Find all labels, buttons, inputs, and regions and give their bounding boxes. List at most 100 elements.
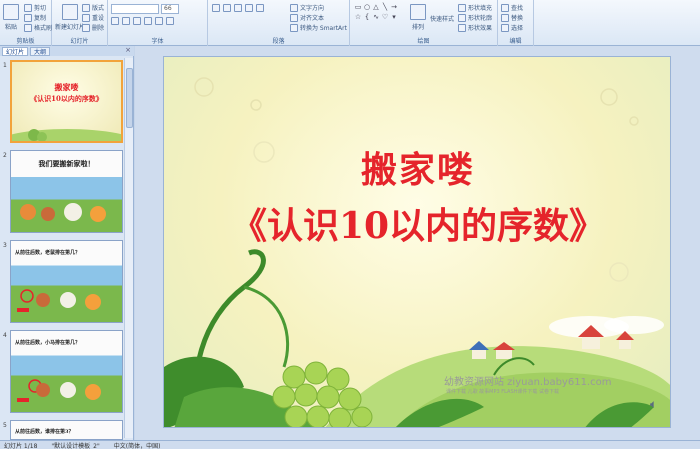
arrange-button[interactable]: 排列 (410, 4, 426, 31)
select-icon (501, 23, 509, 32)
close-panel-icon[interactable]: × (125, 46, 131, 54)
status-slide-info: 幻灯片 1/18 (4, 442, 38, 449)
drawing-label: 绘图 (417, 38, 430, 45)
numbering-icon[interactable] (223, 4, 231, 12)
line-shape-icon[interactable]: ╲ (381, 3, 389, 11)
clipboard-label: 剪贴板 (16, 38, 35, 45)
slides-group: 新建幻灯片 版式 重设 删除 幻灯片 (52, 0, 108, 46)
brush-icon (24, 23, 32, 32)
new-slide-icon (62, 4, 78, 20)
smartart-icon (290, 23, 298, 32)
replace-icon (501, 13, 509, 22)
status-theme: "默认设计模板_2" (51, 442, 100, 449)
triangle-shape-icon[interactable]: △ (372, 3, 380, 11)
font-size-combo[interactable]: 66 (161, 4, 179, 14)
paste-icon (3, 4, 19, 20)
brace-shape-icon[interactable]: { (363, 13, 371, 21)
line-spacing-icon[interactable] (256, 4, 264, 12)
watermark-links: 课件下载 儿歌 故事MP3 FLASH课件下载 试卷下载 (446, 389, 559, 395)
replace-button[interactable]: 替换 (501, 13, 523, 22)
editing-label: 编辑 (509, 38, 522, 45)
format-painter-button[interactable]: 格式刷 (24, 23, 52, 32)
slide-title[interactable]: 搬家喽 (164, 141, 670, 193)
new-slide-button[interactable]: 新建幻灯片 (55, 4, 85, 31)
italic-icon[interactable] (122, 17, 130, 25)
panel-tabs: 幻灯片 大纲 × (0, 46, 134, 56)
find-button[interactable]: 查找 (501, 3, 523, 12)
slides-label: 幻灯片 (70, 38, 89, 45)
indent-decrease-icon[interactable] (234, 4, 242, 12)
tab-slides[interactable]: 幻灯片 (2, 46, 29, 56)
slide-thumbnail-4[interactable]: 从前往后数，小马排在第几？ (10, 330, 123, 413)
slide-canvas[interactable]: 搬家喽 《认识10以内的序数》 幼教资源网站 ziyuan.baby611.co… (163, 56, 671, 428)
shadow-icon[interactable] (155, 17, 163, 25)
paragraph-format-row (212, 4, 264, 12)
thumb-number: 4 (3, 332, 7, 339)
thumb-title: 从前往后数，小马排在第几？ (15, 340, 81, 346)
speaker-icon[interactable]: 🔈︎ (650, 397, 657, 412)
thumb-title: 从前往后数，老鼠排在第几？ (15, 250, 81, 256)
strikethrough-icon[interactable] (144, 17, 152, 25)
more-shapes-icon[interactable]: ▾ (390, 13, 398, 21)
scrollbar-thumb[interactable] (126, 68, 133, 128)
thumb-number: 5 (3, 422, 7, 429)
bold-icon[interactable] (111, 17, 119, 25)
copy-icon (24, 13, 32, 22)
paste-button[interactable]: 粘贴 (3, 4, 19, 31)
thumb-subtitle: 《认识10以内的序数》 (30, 94, 103, 103)
ellipse-shape-icon[interactable]: ○ (363, 3, 371, 11)
fill-icon (458, 3, 466, 12)
underline-icon[interactable] (133, 17, 141, 25)
cut-button[interactable]: 剪切 (24, 3, 46, 12)
outline-icon (458, 13, 466, 22)
layout-button[interactable]: 版式 (82, 3, 104, 12)
paragraph-group: 文字方向 对齐文本 转换为 SmartArt 段落 (208, 0, 350, 46)
heart-shape-icon[interactable]: ♡ (381, 13, 389, 21)
select-button[interactable]: 选择 (501, 23, 523, 32)
reset-icon (82, 13, 90, 22)
curve-shape-icon[interactable]: ∿ (372, 13, 380, 21)
reset-button[interactable]: 重设 (82, 13, 104, 22)
indent-increase-icon[interactable] (245, 4, 253, 12)
slide-editing-area: 搬家喽 《认识10以内的序数》 幼教资源网站 ziyuan.baby611.co… (135, 46, 700, 440)
scissors-icon (24, 3, 32, 12)
thumbnail-scrollbar[interactable] (124, 58, 133, 438)
thumb-animals-illustration (17, 379, 101, 402)
ribbon: 粘贴 剪切 复制 格式刷 剪贴板 新建幻灯片 版式 重设 删除 幻灯片 66 字… (0, 0, 700, 46)
font-name-combo[interactable] (111, 4, 159, 14)
shape-outline-button[interactable]: 形状轮廓 (458, 13, 492, 22)
shape-fill-button[interactable]: 形状填充 (458, 3, 492, 12)
text-direction-button[interactable]: 文字方向 (290, 3, 324, 12)
align-text-icon (290, 13, 298, 22)
layout-icon (82, 3, 90, 12)
bullets-icon[interactable] (212, 4, 220, 12)
copy-button[interactable]: 复制 (24, 13, 46, 22)
editing-group: 查找 替换 选择 编辑 (498, 0, 534, 46)
text-direction-icon (290, 3, 298, 12)
thumb-title: 从前往后数，谁排在第3？ (15, 429, 74, 435)
shape-effects-button[interactable]: 形状效果 (458, 23, 492, 32)
status-language: 中文(简体，中国) (113, 442, 161, 449)
quick-styles-button[interactable]: 快速样式 (430, 14, 454, 23)
find-icon (501, 3, 509, 12)
font-color-icon[interactable] (166, 17, 174, 25)
smartart-button[interactable]: 转换为 SmartArt (290, 23, 347, 32)
slide-thumbnail-5[interactable]: 从前往后数，谁排在第3？ (10, 420, 123, 440)
delete-button[interactable]: 删除 (82, 23, 104, 32)
thumb-grass-illustration (12, 129, 121, 141)
rectangle-shape-icon[interactable]: ▭ (354, 3, 362, 11)
slide-thumbnail-3[interactable]: 从前往后数，老鼠排在第几？ (10, 240, 123, 323)
arrow-shape-icon[interactable]: → (390, 3, 398, 11)
thumb-animals-illustration (20, 203, 106, 222)
slides-panel: 幻灯片 大纲 × 1 搬家喽 《认识10以内的序数》 2 我们要搬新家啦！ 3 … (0, 46, 134, 440)
slide-thumbnail-2[interactable]: 我们要搬新家啦！ (10, 150, 123, 233)
slide-subtitle[interactable]: 《认识10以内的序数》 (164, 197, 670, 249)
paragraph-label: 段落 (272, 38, 285, 45)
align-text-button[interactable]: 对齐文本 (290, 13, 324, 22)
delete-icon (82, 23, 90, 32)
slide-thumbnail-1[interactable]: 搬家喽 《认识10以内的序数》 (10, 60, 123, 143)
star-shape-icon[interactable]: ☆ (354, 13, 362, 21)
thumb-number: 1 (3, 62, 7, 69)
thumb-number: 2 (3, 152, 7, 159)
tab-outline[interactable]: 大纲 (30, 46, 51, 56)
